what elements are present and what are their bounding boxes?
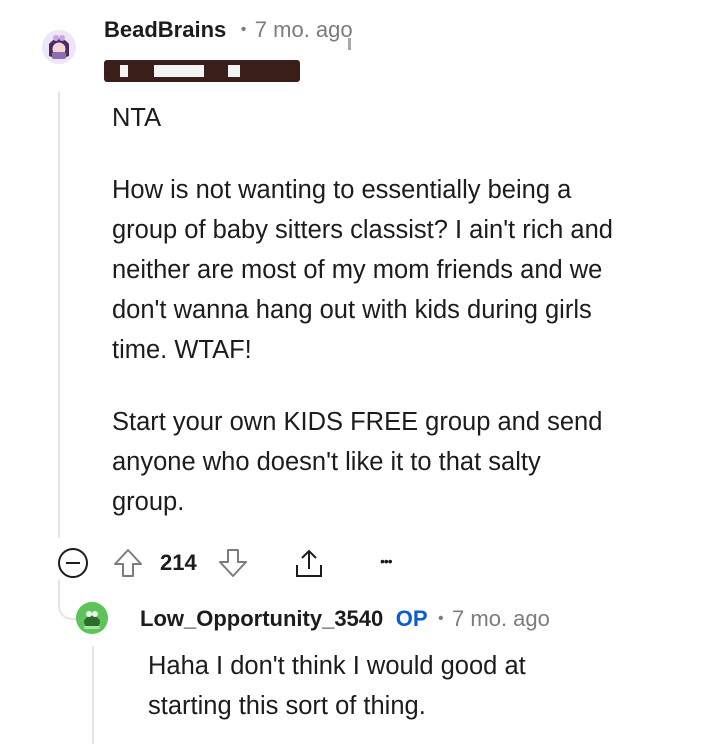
meta-separator: • — [240, 21, 247, 38]
downvote-button[interactable] — [217, 546, 249, 580]
comment-line: Start your own KIDS FREE group and send — [112, 408, 603, 436]
redacted-flair — [104, 60, 300, 82]
comment-age[interactable]: 7 mo. ago — [255, 17, 353, 42]
comment-line: time. WTAF! — [112, 336, 252, 364]
reply-line: Haha I don't think I would good at — [148, 652, 526, 680]
downvote-icon — [219, 549, 247, 577]
cursor-marker — [348, 38, 351, 50]
reply-username[interactable]: Low_Opportunity_3540 — [140, 606, 383, 631]
comment-paragraph: How is not wanting to essentially being … — [112, 170, 692, 370]
comment-paragraph: NTA — [112, 98, 692, 138]
share-button[interactable] — [292, 546, 326, 580]
comment-line: group of baby sitters classist? I ain't … — [112, 216, 613, 244]
comment-line: neither are most of my mom friends and w… — [112, 256, 603, 284]
reply-line: starting this sort of thing. — [148, 692, 426, 720]
collapse-icon — [58, 548, 88, 578]
thread-line-reply[interactable] — [92, 646, 94, 744]
reply-header: Low_Opportunity_3540 OP • 7 mo. ago — [140, 606, 550, 632]
upvote-button[interactable] — [112, 546, 144, 580]
vote-score: 214 — [160, 550, 197, 575]
upvote-icon — [114, 549, 142, 577]
meta-separator: • — [437, 610, 444, 627]
reply-age[interactable]: 7 mo. ago — [452, 606, 550, 631]
comment-line: anyone who doesn't like it to that salty — [112, 448, 541, 476]
comment-username[interactable]: BeadBrains — [104, 17, 226, 42]
comment-line: don't wanna hang out with kids during gi… — [112, 296, 592, 324]
more-button[interactable]: ••• — [380, 553, 393, 569]
comment-line: How is not wanting to essentially being … — [112, 176, 572, 204]
more-icon: ••• — [380, 553, 393, 569]
comment-header: BeadBrains • 7 mo. ago — [104, 17, 353, 43]
reply-body: Haha I don't think I would good at start… — [148, 646, 708, 726]
comment-body: NTA How is not wanting to essentially be… — [112, 98, 692, 522]
collapse-button[interactable] — [57, 547, 89, 579]
comment-line: NTA — [112, 104, 162, 132]
comment-paragraph: Start your own KIDS FREE group and send … — [112, 402, 692, 522]
share-icon — [296, 549, 322, 577]
reply-avatar[interactable] — [76, 602, 108, 634]
comment-line: group. — [112, 488, 185, 516]
op-badge: OP — [395, 606, 428, 631]
thread-line-main[interactable] — [58, 92, 60, 538]
avatar[interactable] — [42, 30, 76, 64]
